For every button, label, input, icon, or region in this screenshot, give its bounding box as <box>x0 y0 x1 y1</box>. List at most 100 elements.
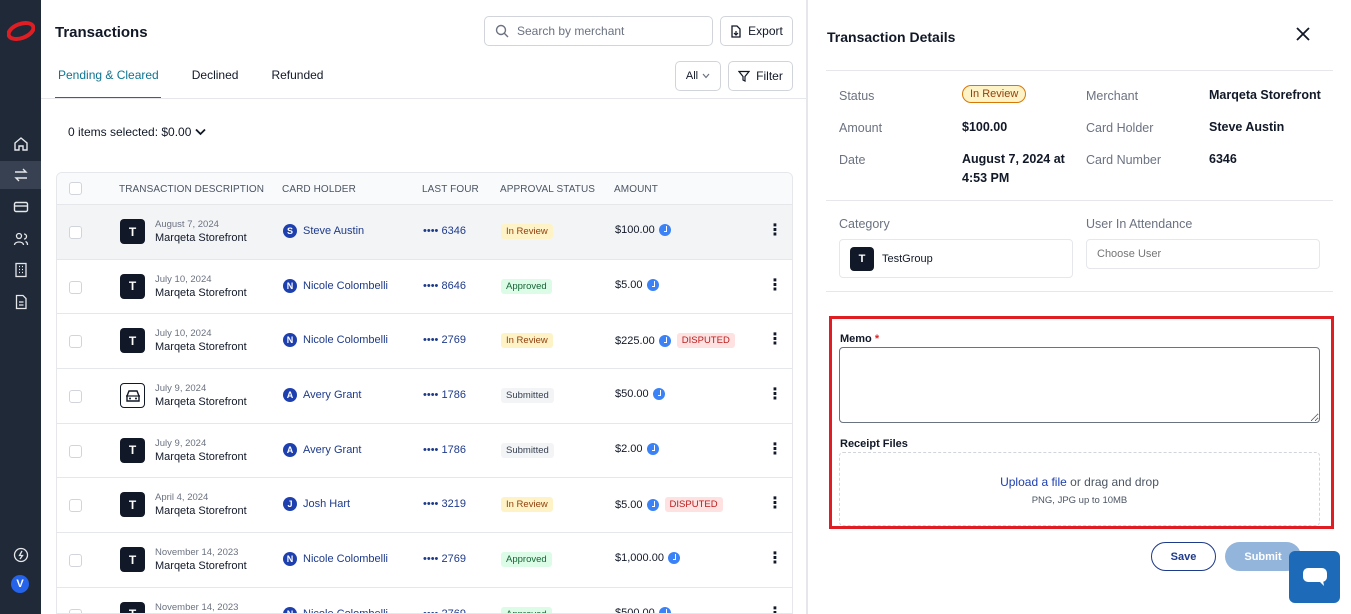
users-icon[interactable] <box>0 225 41 253</box>
logo-icon[interactable] <box>7 20 35 42</box>
select-all-checkbox[interactable] <box>69 182 82 195</box>
col-card-holder: CARD HOLDER <box>282 184 356 195</box>
holder-name: Nicole Colombelli <box>303 553 388 566</box>
memo-label: Memo * <box>840 333 879 345</box>
row-checkbox[interactable] <box>69 390 82 404</box>
merchant-icon: T <box>120 547 145 573</box>
table-row[interactable]: T April 4, 2024 Marqeta Storefront J Josh Ha… <box>57 478 792 534</box>
table-body: T August 7, 2024 Marqeta Storefront S Steve … <box>57 205 792 613</box>
last-four: •••• 1786 <box>423 389 466 402</box>
more-options-icon[interactable]: ⋮ <box>767 387 783 403</box>
row-checkbox[interactable] <box>69 608 82 613</box>
amount-value: $100.00 <box>615 224 655 236</box>
memo-textarea[interactable] <box>839 347 1320 423</box>
card-holder[interactable]: N Nicole Colombelli <box>283 552 388 567</box>
row-checkbox[interactable] <box>69 444 82 458</box>
merchant-name: Marqeta Storefront <box>155 450 247 463</box>
more-options-icon[interactable]: ⋮ <box>767 605 783 613</box>
tab-bar: Pending & Cleared Declined Refunded <box>55 60 353 99</box>
amount: $100.00 <box>615 224 671 236</box>
transaction-date: July 9, 2024 <box>155 437 207 449</box>
document-icon[interactable] <box>0 288 41 316</box>
home-icon[interactable] <box>0 130 41 158</box>
building-icon[interactable] <box>0 256 41 284</box>
chevron-down-icon <box>195 128 207 136</box>
category-select[interactable]: T TestGroup <box>839 239 1073 278</box>
card-holder[interactable]: N Nicole Colombelli <box>283 333 388 348</box>
category-label: Category <box>839 217 890 231</box>
avatar[interactable]: V <box>11 575 29 593</box>
table-row[interactable]: T July 10, 2024 Marqeta Storefront N Nicole … <box>57 260 792 315</box>
card-holder[interactable]: J Josh Hart <box>283 497 350 512</box>
merchant-icon: T <box>120 601 145 613</box>
tab-refunded[interactable]: Refunded <box>268 60 325 99</box>
search-box[interactable] <box>484 16 713 46</box>
scope-select[interactable]: All <box>675 61 721 91</box>
amount-value: $225.00 <box>615 334 655 347</box>
last-four: •••• 3219 <box>423 498 466 511</box>
table-row[interactable]: TNovember 14, 2023Marqeta StorefrontNNic… <box>57 588 792 613</box>
table-row[interactable]: TNovember 14, 2023Marqeta StorefrontNNic… <box>57 533 792 588</box>
selection-summary[interactable]: 0 items selected: $0.00 <box>68 125 207 139</box>
table-row[interactable]: T July 10, 2024 Marqeta Storefront N Nicole … <box>57 314 792 370</box>
more-options-icon[interactable]: ⋮ <box>767 223 783 239</box>
transaction-date: July 9, 2024 <box>155 383 207 395</box>
row-checkbox[interactable] <box>69 554 82 568</box>
table-row[interactable]: July 9, 2024 Marqeta Storefront A Avery Gra… <box>57 369 792 424</box>
merchant-name: Marqeta Storefront <box>155 232 247 244</box>
tab-pending-cleared[interactable]: Pending & Cleared <box>55 60 161 99</box>
save-button[interactable]: Save <box>1151 542 1216 571</box>
search-input[interactable] <box>517 24 697 38</box>
clock-icon <box>658 606 671 613</box>
export-button[interactable]: Export <box>720 16 793 46</box>
more-options-icon[interactable]: ⋮ <box>767 551 783 567</box>
status-badge: Approved <box>501 552 552 568</box>
card-icon[interactable] <box>0 193 41 221</box>
upload-file-link[interactable]: Upload a file <box>1000 475 1067 489</box>
merchant-name: Marqeta Storefront <box>155 286 247 299</box>
more-options-icon[interactable]: ⋮ <box>767 441 783 458</box>
amount-value: $50.00 <box>615 388 649 401</box>
divider <box>826 200 1333 201</box>
more-options-icon[interactable]: ⋮ <box>767 496 783 512</box>
row-checkbox[interactable] <box>69 280 82 294</box>
user-attendance-input[interactable] <box>1086 239 1320 269</box>
upload-rest: or drag and drop <box>1070 475 1159 489</box>
cardholder-label: Card Holder <box>1086 121 1154 135</box>
help-icon[interactable] <box>0 541 41 569</box>
card-holder[interactable]: N Nicole Colombelli <box>283 278 388 293</box>
row-checkbox[interactable] <box>69 335 82 349</box>
chat-icon[interactable] <box>1289 551 1340 603</box>
holder-initial: N <box>283 278 297 293</box>
chevron-down-icon <box>702 73 710 79</box>
row-checkbox[interactable] <box>69 226 82 239</box>
transfer-icon[interactable] <box>0 161 41 189</box>
holder-name: Nicole Colombelli <box>303 334 388 347</box>
details-title: Transaction Details <box>827 29 956 45</box>
merchant-value: Marqeta Storefront <box>1209 88 1321 102</box>
table-row[interactable]: T July 9, 2024 Marqeta Storefront A Avery Gr… <box>57 424 792 479</box>
filter-button[interactable]: Filter <box>728 61 793 91</box>
card-holder[interactable]: N Nicole Colombelli <box>283 606 388 613</box>
more-options-icon[interactable]: ⋮ <box>767 332 783 348</box>
card-holder[interactable]: A Avery Grant <box>283 442 362 457</box>
tab-divider <box>41 98 806 99</box>
date-value: August 7, 2024 at 4:53 PM <box>962 152 1065 185</box>
card-holder[interactable]: S Steve Austin <box>283 224 364 238</box>
clock-icon <box>646 442 659 455</box>
clock-icon <box>646 498 659 511</box>
amount-value: $100.00 <box>962 120 1008 134</box>
card-holder[interactable]: A Avery Grant <box>283 388 362 403</box>
left-nav-rail: V <box>0 0 41 614</box>
table-row[interactable]: T August 7, 2024 Marqeta Storefront S Steve … <box>57 205 792 260</box>
export-icon <box>731 24 741 38</box>
transactions-list-area: Transactions Export Pending & Cleared De… <box>41 0 807 614</box>
close-icon[interactable] <box>1295 24 1311 46</box>
tab-declined[interactable]: Declined <box>189 60 241 99</box>
more-options-icon[interactable]: ⋮ <box>767 277 783 294</box>
receipt-dropzone[interactable]: Upload a file or drag and drop PNG, JPG … <box>839 452 1320 526</box>
status-label: Status <box>839 89 875 103</box>
category-value: TestGroup <box>882 252 933 265</box>
row-checkbox[interactable] <box>69 499 82 513</box>
amount-value: $1,000.00 <box>615 552 664 565</box>
